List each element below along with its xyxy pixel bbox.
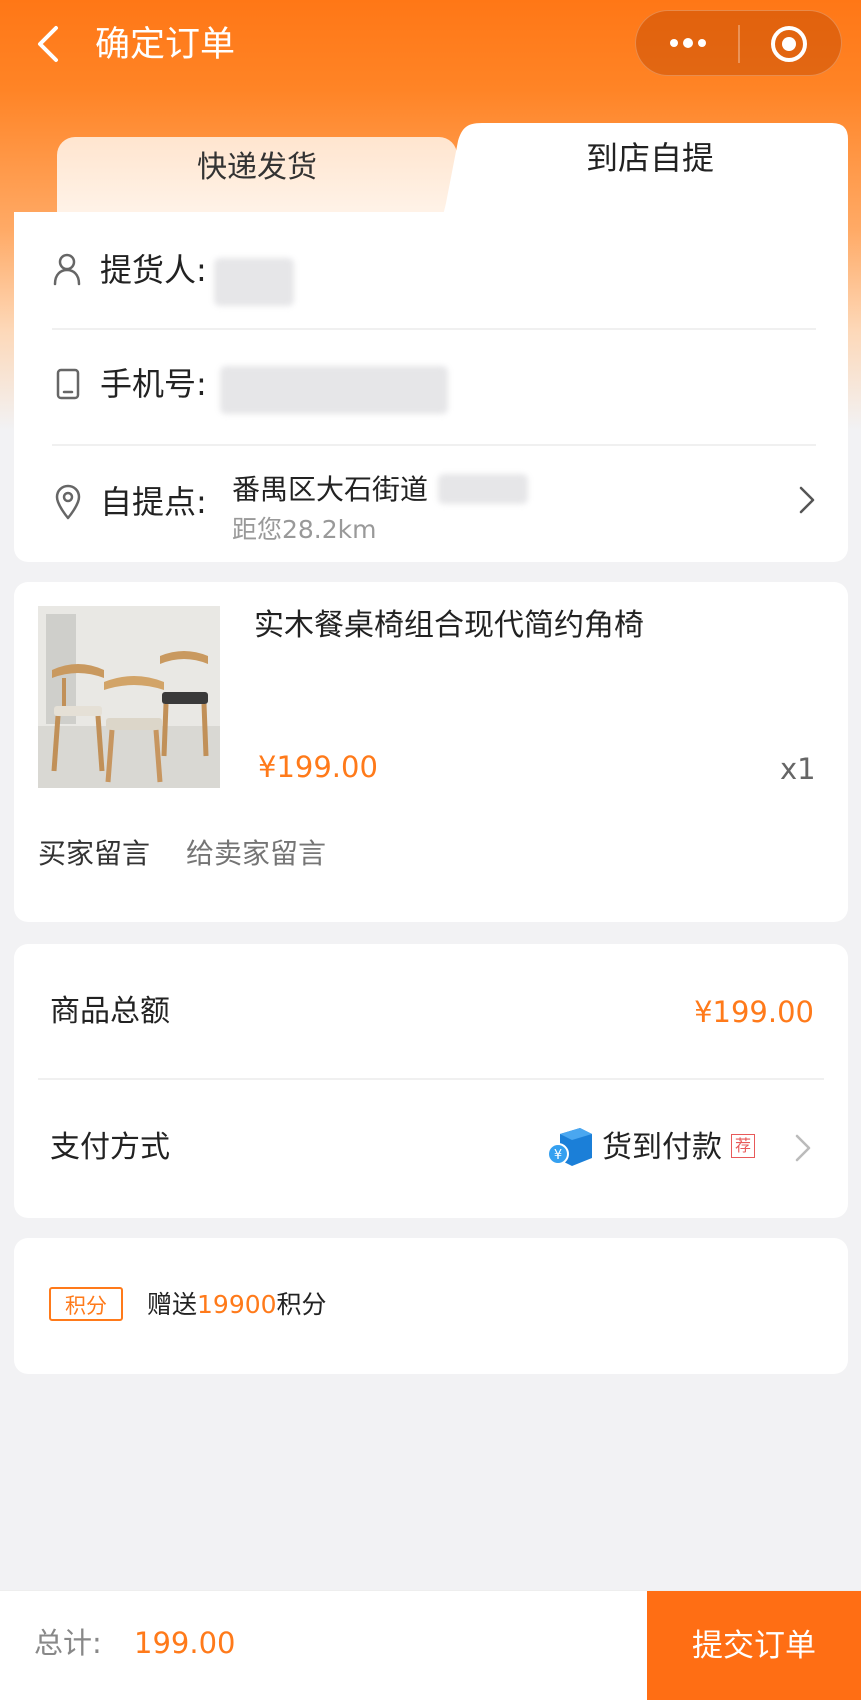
tab-express-delivery[interactable]: 快递发货 bbox=[57, 140, 457, 196]
phone-label: 手机号: bbox=[100, 365, 207, 403]
points-suffix: 积分 bbox=[276, 1290, 327, 1319]
capsule-divider bbox=[738, 25, 740, 63]
submit-order-button[interactable]: 提交订单 bbox=[647, 1591, 861, 1700]
tab-store-pickup[interactable]: 到店自提 bbox=[460, 130, 840, 186]
pickup-distance: 距您28.2km bbox=[232, 515, 377, 544]
order-summary-card: 商品总额 ¥199.00 支付方式 ¥ 货到付款 荐 bbox=[14, 944, 848, 1218]
pickup-info-card: 提货人: 手机号: 自提点: 番禺区大石街道 距您28.2km bbox=[14, 212, 848, 562]
bottom-checkout-bar: 总计: 199.00 提交订单 bbox=[0, 1590, 861, 1700]
more-dots-icon[interactable] bbox=[666, 31, 710, 55]
chair-product-photo bbox=[38, 606, 220, 788]
cash-on-delivery-icon: ¥ bbox=[547, 1128, 592, 1166]
recommend-badge: 荐 bbox=[731, 1134, 755, 1158]
phone-number-redacted bbox=[220, 366, 448, 414]
close-target-icon[interactable] bbox=[769, 24, 809, 64]
points-card: 积分 赠送19900积分 bbox=[14, 1238, 848, 1374]
pickup-address: 番禺区大石街道 bbox=[232, 473, 429, 506]
phone-icon bbox=[56, 368, 80, 400]
product-price: ¥199.00 bbox=[258, 750, 378, 784]
address-redacted bbox=[438, 474, 528, 504]
pickup-location-label: 自提点: bbox=[100, 483, 207, 521]
divider bbox=[52, 328, 816, 330]
divider bbox=[52, 444, 816, 446]
person-name-redacted bbox=[214, 258, 294, 306]
product-image[interactable] bbox=[38, 606, 220, 788]
grand-total-value: 199.00 bbox=[134, 1626, 236, 1660]
chevron-right-icon[interactable] bbox=[792, 1132, 814, 1164]
points-tag: 积分 bbox=[49, 1287, 123, 1321]
grand-total-label: 总计: bbox=[34, 1626, 102, 1660]
product-title[interactable]: 实木餐桌椅组合现代简约角椅 bbox=[254, 604, 644, 648]
payment-method-label: 支付方式 bbox=[50, 1130, 170, 1165]
payment-method-value[interactable]: 货到付款 bbox=[602, 1126, 722, 1170]
points-reward-text: 赠送19900积分 bbox=[147, 1284, 327, 1326]
points-prefix: 赠送 bbox=[147, 1290, 198, 1319]
points-amount: 19900 bbox=[197, 1290, 277, 1319]
divider bbox=[38, 1078, 824, 1080]
goods-total-value: ¥199.00 bbox=[694, 995, 814, 1029]
location-pin-icon bbox=[55, 484, 81, 520]
person-icon bbox=[53, 253, 81, 286]
buyer-message-label: 买家留言 bbox=[38, 837, 151, 870]
buyer-message-input[interactable] bbox=[186, 834, 806, 874]
back-arrow-icon[interactable] bbox=[30, 22, 70, 66]
goods-total-label: 商品总额 bbox=[50, 994, 170, 1029]
svg-text:¥: ¥ bbox=[554, 1148, 562, 1163]
product-card: 实木餐桌椅组合现代简约角椅 ¥199.00 x1 买家留言 bbox=[14, 582, 848, 922]
order-confirm-page: 确定订单 快递发货 到店自提 提货人: 手机号: 自提点: 番禺区大石街道 距您… bbox=[0, 0, 861, 1700]
product-quantity: x1 bbox=[780, 752, 816, 786]
chevron-right-icon[interactable] bbox=[796, 484, 818, 516]
page-title: 确定订单 bbox=[95, 25, 236, 65]
navbar: 确定订单 bbox=[0, 0, 861, 92]
miniprogram-capsule bbox=[635, 10, 842, 76]
pickup-person-label: 提货人: bbox=[100, 251, 207, 289]
